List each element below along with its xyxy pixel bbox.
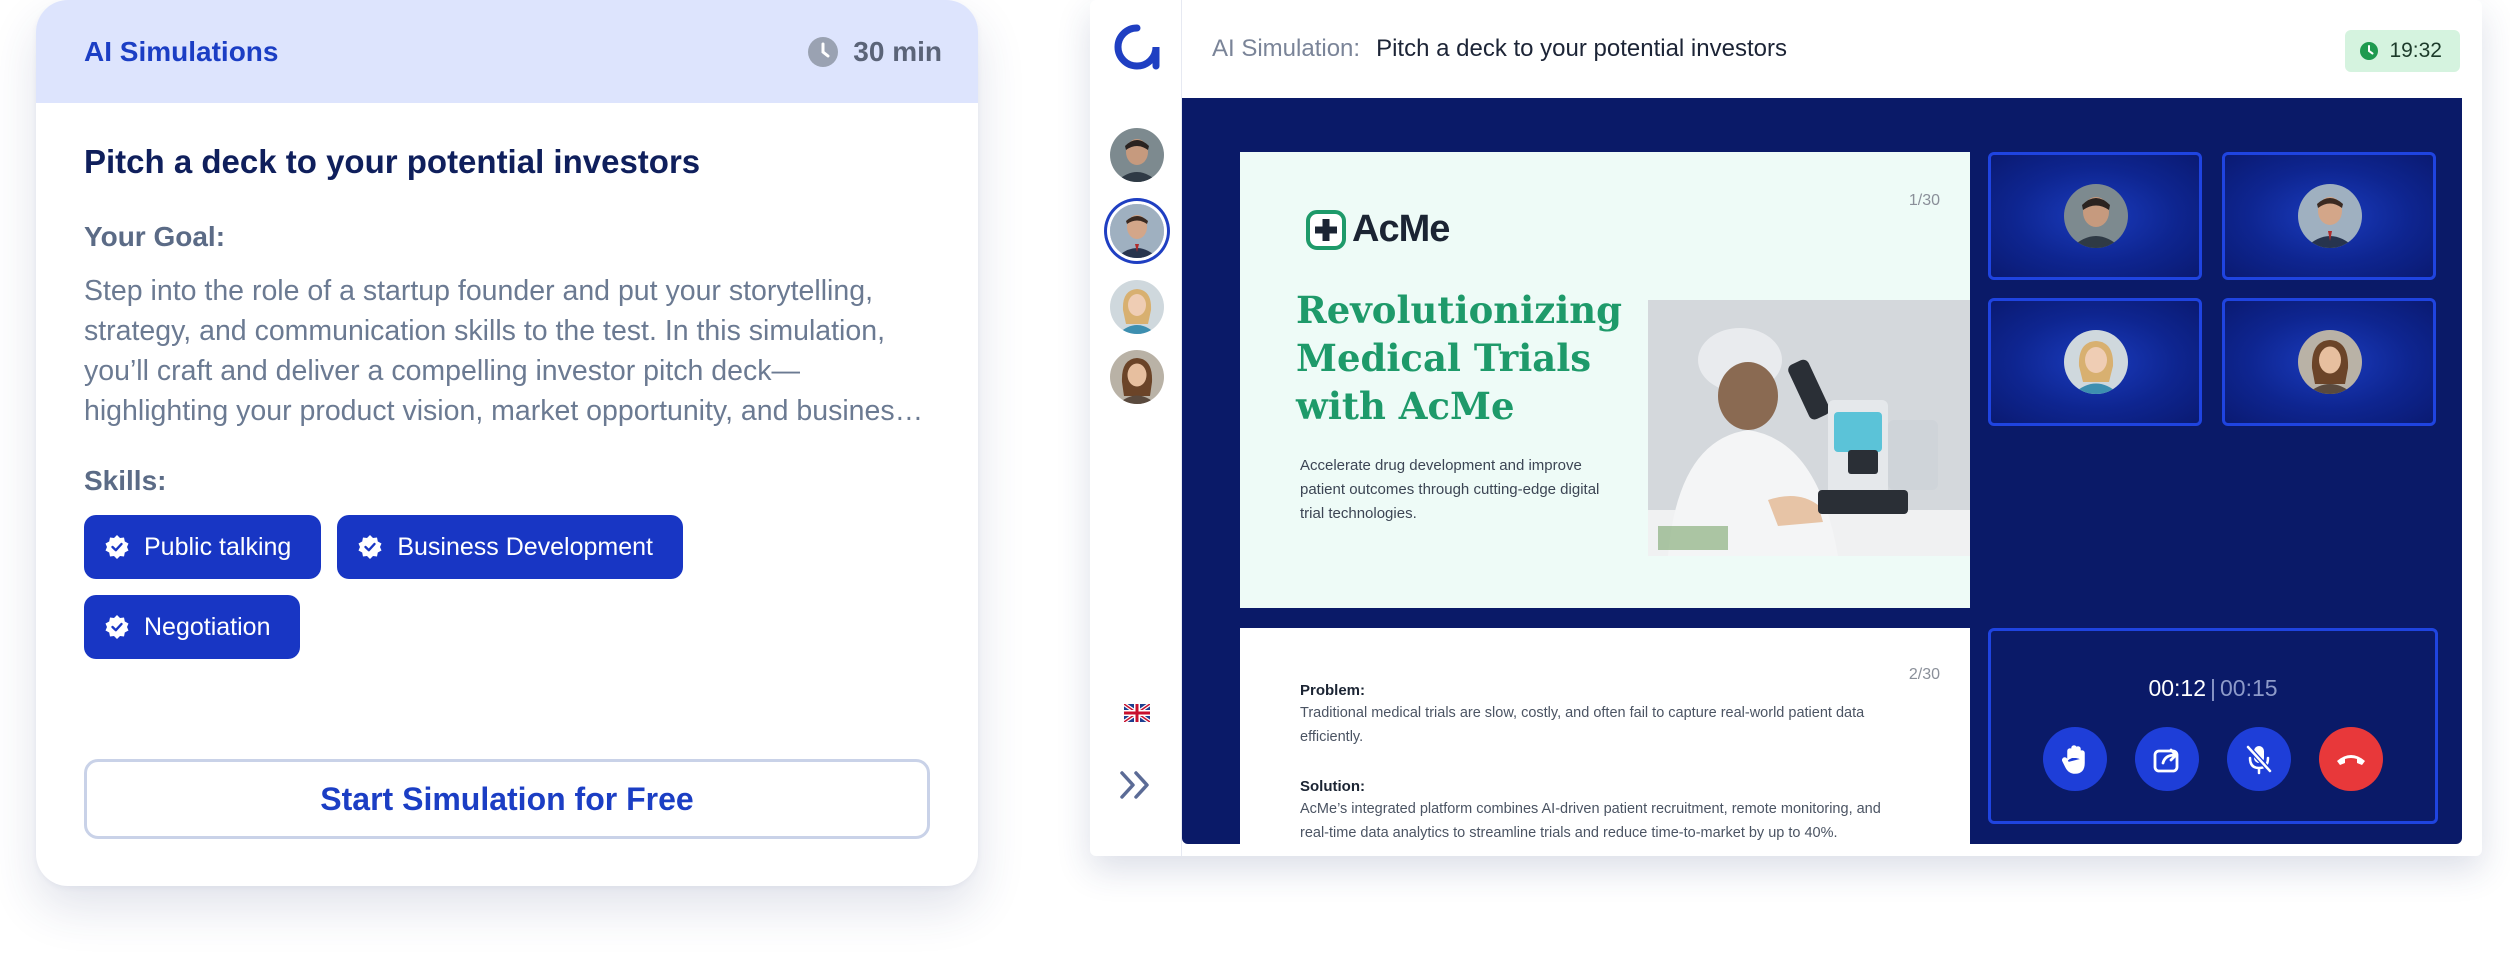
clock-icon (808, 36, 839, 67)
slide-page-number: 2/30 (1908, 666, 1940, 683)
presentation-stage: 1/30 AcMe Revolutionizing Medical Trials… (1182, 98, 2462, 844)
problem-block: Problem: Traditional medical trials are … (1300, 682, 1910, 749)
participant-video (2298, 184, 2362, 248)
avatar-woman-2-icon (1110, 350, 1164, 404)
simulation-card: AI Simulations 30 min Pitch a deck to yo… (36, 0, 978, 886)
slide-2[interactable]: 2/30 Problem: Traditional medical trials… (1240, 628, 1970, 844)
participant-avatar[interactable] (1110, 280, 1164, 334)
call-timer: 00:12 | 00:15 (1991, 675, 2435, 702)
end-call-icon (2337, 755, 2365, 765)
skill-chip: Negotiation (84, 595, 301, 659)
end-call-button[interactable] (2319, 727, 2383, 791)
call-timer-separator: | (2210, 675, 2216, 701)
avatar-woman-2-icon (2298, 330, 2362, 394)
slide-subtext: Accelerate drug development and improve … (1300, 457, 1600, 522)
duration: 30 min (807, 36, 942, 68)
solution-label: Solution: (1300, 778, 1365, 795)
video-tile[interactable] (1988, 298, 2202, 426)
video-tile[interactable] (2222, 152, 2436, 280)
acme-logo: AcMe (1306, 208, 1450, 251)
duration-text: 30 min (853, 35, 942, 67)
logo-icon[interactable] (1114, 24, 1160, 70)
problem-text: Traditional medical trials are slow, cos… (1300, 705, 1865, 745)
sidebar (1090, 0, 1182, 856)
skill-label: Negotiation (144, 612, 271, 641)
topbar-title: Pitch a deck to your potential investors (1376, 35, 1787, 62)
raise-hand-button[interactable] (2043, 727, 2107, 791)
avatar-man-2-icon (1110, 204, 1164, 258)
participant-video (2298, 330, 2362, 394)
avatar-woman-1-icon (1110, 280, 1164, 334)
avatar-man-2-icon (2298, 184, 2362, 248)
topbar: AI Simulation: Pitch a deck to your pote… (1182, 0, 2482, 98)
participant-avatar[interactable] (1110, 350, 1164, 404)
card-header-title: AI Simulations (84, 35, 279, 67)
start-simulation-button[interactable]: Start Simulation for Free (84, 759, 930, 839)
medical-cross-icon (1306, 209, 1346, 250)
timer-text: 19:32 (2389, 39, 2442, 62)
timer-badge: 19:32 (2345, 30, 2460, 72)
card-header: AI Simulations 30 min (36, 0, 978, 103)
scientist-microscope-photo (1648, 300, 1970, 556)
scientist-photo-illustration (1648, 300, 1970, 556)
simulation-app-window: AI Simulation: Pitch a deck to your pote… (1090, 0, 2482, 856)
avatar-man-1-icon (2064, 184, 2128, 248)
slide-page-number: 1/30 (1908, 192, 1940, 209)
participant-video (2064, 184, 2128, 248)
avatar-woman-1-icon (2064, 330, 2128, 394)
skill-chip: Public talking (84, 515, 322, 579)
skills-list: Public talking Business Development Nego… (84, 515, 904, 659)
topbar-prefix: AI Simulation: (1212, 35, 1361, 62)
expand-icon[interactable] (1118, 770, 1154, 800)
call-elapsed: 00:12 (2148, 675, 2206, 701)
skill-chip: Business Development (337, 515, 684, 579)
participant-avatar[interactable] (1110, 128, 1164, 182)
verified-badge-icon (105, 615, 129, 639)
avatar-man-1-icon (1110, 128, 1164, 182)
acme-brand-name: AcMe (1352, 208, 1450, 250)
verified-badge-icon (358, 535, 382, 559)
mute-button[interactable] (2227, 727, 2291, 791)
participant-video (2064, 330, 2128, 394)
skill-label: Public talking (144, 532, 292, 561)
video-tile[interactable] (2222, 298, 2436, 426)
simulation-title: Pitch a deck to your potential investors (84, 143, 701, 180)
video-tile[interactable] (1988, 152, 2202, 280)
solution-text: AcMe’s integrated platform combines AI-d… (1300, 801, 1881, 841)
share-icon (2153, 748, 2179, 773)
mic-off-icon (2245, 744, 2273, 775)
problem-label: Problem: (1300, 682, 1366, 699)
slide-1[interactable]: 1/30 AcMe Revolutionizing Medical Trials… (1240, 152, 1970, 608)
verified-badge-icon (105, 535, 129, 559)
slide-headline: Revolutionizing Medical Trials with AcMe (1296, 288, 1623, 428)
solution-block: Solution: AcMe’s integrated platform com… (1300, 778, 1910, 844)
call-limit: 00:15 (2219, 675, 2278, 701)
participant-avatar-active[interactable] (1110, 204, 1164, 258)
goal-label: Your Goal: (84, 221, 226, 252)
call-control-panel: 00:12 | 00:15 (1988, 628, 2438, 824)
raise-hand-icon (2062, 745, 2085, 774)
clock-icon (2360, 42, 2379, 60)
share-button[interactable] (2135, 727, 2199, 791)
skills-label: Skills: (84, 465, 167, 496)
skill-label: Business Development (397, 532, 654, 561)
goal-text: Step into the role of a startup founder … (84, 275, 909, 427)
flag-uk-icon[interactable] (1124, 704, 1150, 722)
